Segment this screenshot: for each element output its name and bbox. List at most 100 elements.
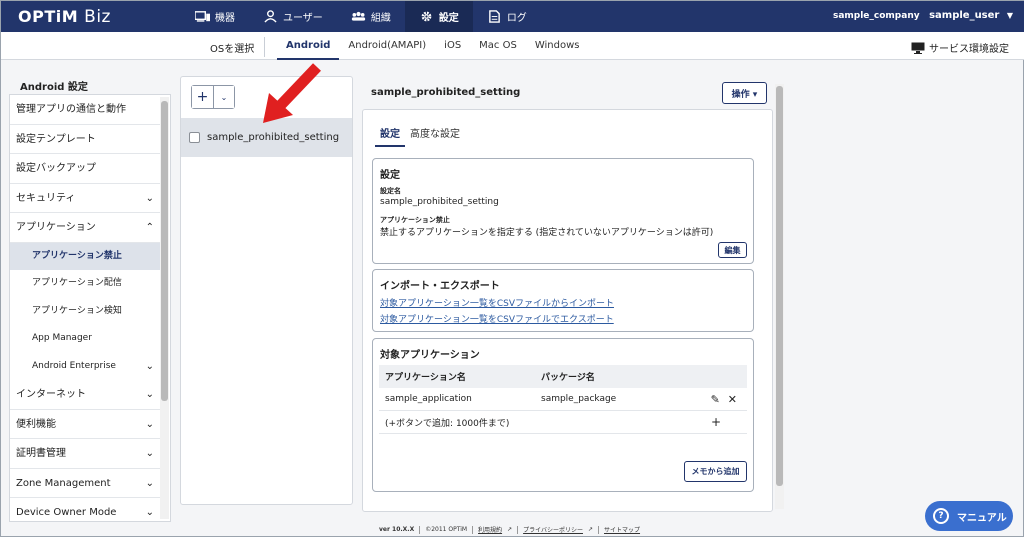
item-checkbox[interactable] [189, 132, 200, 143]
user-menu[interactable]: sample_company sample_user ▼ [833, 10, 1013, 21]
prohibit-value: 禁止するアプリケーションを指定する (指定されていないアプリケーションは許可) [380, 228, 714, 238]
add-setting-button[interactable]: + [192, 86, 213, 108]
edit-pencil-icon[interactable]: ✎ [711, 393, 720, 406]
sidebar-item[interactable]: アプリケーション配信 [10, 270, 160, 298]
sidebar-item[interactable]: 便利機能 ⌄ [10, 410, 160, 439]
service-environment-label: サービス環境設定 [929, 44, 1009, 55]
sidebar-item[interactable]: 管理アプリの通信と動作 [10, 95, 160, 125]
sidebar-item-label: インターネット [16, 389, 86, 400]
tab-android[interactable]: Android [277, 32, 340, 60]
import-export-heading: インポート・エクスポート [380, 281, 500, 292]
sidebar-item[interactable]: 証明書管理 ⌄ [10, 439, 160, 469]
csv-import-link[interactable]: 対象アプリケーション一覧をCSVファイルからインポート [380, 296, 614, 309]
user-name: sample_user [929, 10, 1000, 21]
nav-users[interactable]: ユーザー [249, 1, 337, 32]
import-export-card: インポート・エクスポート 対象アプリケーション一覧をCSVファイルからインポート… [372, 269, 754, 332]
divider [598, 525, 600, 534]
add-row-plus-icon[interactable]: + [711, 415, 721, 429]
manual-label: マニュアル [957, 512, 1007, 524]
nav-devices[interactable]: 機器 [181, 1, 249, 32]
sidebar-item[interactable]: App Manager [10, 325, 160, 353]
red-arrow-annotation [263, 63, 321, 123]
tab-ios[interactable]: iOS [435, 32, 470, 60]
detail-scroll-thumb[interactable] [776, 86, 783, 486]
sidebar-item[interactable]: セキュリティ ⌄ [10, 184, 160, 213]
tab-advanced-settings[interactable]: 高度な設定 [405, 125, 465, 147]
terms-link[interactable]: 利用規約 [478, 525, 502, 534]
sidebar-item[interactable]: Device Owner Mode ⌄ [10, 498, 160, 521]
sidebar-item-label: Device Owner Mode [16, 507, 117, 518]
nav-organization[interactable]: 組織 [337, 1, 405, 32]
chevron-down-icon: ⌄ [145, 192, 154, 204]
delete-x-icon[interactable]: ✕ [728, 393, 737, 406]
csv-export-link[interactable]: 対象アプリケーション一覧をCSVファイルでエクスポート [380, 312, 614, 325]
package-name-cell: sample_package [541, 394, 617, 404]
main-nav: 機器 ユーザー 組織 設定 ログ [181, 1, 541, 32]
chevron-down-icon: ⌄ [145, 418, 154, 430]
chevron-down-icon: ⌄ [145, 477, 154, 489]
sidebar-scrollbar[interactable] [160, 97, 169, 519]
sidebar-item[interactable]: 設定バックアップ [10, 154, 160, 184]
devices-icon [195, 11, 210, 22]
add-dropdown-button[interactable]: ⌄ [213, 86, 234, 108]
sidebar-item-label: セキュリティ [16, 192, 76, 204]
sidebar-item[interactable]: Android Enterprise ⌄ [10, 353, 160, 381]
sidebar-item-label: App Manager [32, 333, 92, 343]
setting-list-panel: + ⌄ sample_prohibited_setting [180, 76, 353, 505]
manual-button[interactable]: ? マニュアル [925, 501, 1013, 531]
detail-panel: 設定 高度な設定 設定 設定名 sample_prohibited_settin… [362, 109, 773, 512]
sidebar-item[interactable]: アプリケーション禁止 [10, 242, 160, 270]
company-name: sample_company [832, 11, 920, 21]
nav-settings[interactable]: 設定 [404, 1, 473, 32]
settings-card: 設定 設定名 sample_prohibited_setting アプリケーショ… [372, 158, 754, 264]
sidebar-item-label: アプリケーション検知 [32, 305, 122, 316]
top-navigation-bar: OPTiM Biz 機器 ユーザー 組織 設定 ログ sample_company… [1, 1, 1024, 32]
sidebar-item-label: アプリケーション [16, 222, 96, 233]
user-icon [264, 10, 277, 23]
sitemap-link[interactable]: サイトマップ [604, 525, 640, 534]
privacy-link[interactable]: プライバシーポリシー [523, 525, 583, 534]
add-hint: (+ボタンで追加: 1000件まで) [385, 418, 510, 429]
sidebar-item-label: Android Enterprise [32, 360, 116, 371]
tab-macos[interactable]: Mac OS [470, 32, 526, 60]
detail-scrollbar[interactable] [775, 84, 784, 509]
sidebar-title: Android 設定 [20, 82, 88, 93]
log-document-icon [488, 10, 500, 23]
nav-organization-label: 組織 [370, 13, 391, 24]
column-package-name: パッケージ名 [541, 373, 595, 383]
column-app-name: アプリケーション名 [385, 373, 466, 383]
sidebar-scroll-thumb[interactable] [161, 101, 168, 401]
add-button-group: + ⌄ [191, 85, 235, 109]
nav-logs-label: ログ [506, 13, 527, 24]
chevron-down-icon: ⌄ [145, 389, 154, 400]
tab-windows[interactable]: Windows [526, 32, 589, 60]
chevron-down-icon: ⌄ [145, 507, 154, 518]
tab-settings[interactable]: 設定 [375, 125, 405, 147]
sidebar-item[interactable]: アプリケーション ⌃ [10, 213, 160, 243]
detail-tabs: 設定 高度な設定 [375, 125, 465, 147]
sidebar-item-label: アプリケーション禁止 [32, 250, 122, 261]
nav-settings-label: 設定 [438, 13, 459, 24]
sidebar-item-label: 便利機能 [16, 418, 56, 430]
sidebar-item[interactable]: インターネット ⌄ [10, 380, 160, 410]
os-select-label: OSを選択 [210, 44, 255, 55]
sidebar-item-label: 管理アプリの通信と動作 [16, 104, 126, 115]
nav-users-label: ユーザー [283, 13, 323, 24]
tab-android-amapi[interactable]: Android(AMAPI) [339, 32, 435, 60]
table-add-row: (+ボタンで追加: 1000件まで) + [379, 411, 747, 434]
table-header: アプリケーション名 パッケージ名 [379, 365, 747, 388]
sidebar-item[interactable]: アプリケーション検知 [10, 298, 160, 326]
setting-name-label: 設定名 [380, 187, 401, 195]
sidebar-list: 管理アプリの通信と動作設定テンプレート 設定バックアップセキュリティ ⌄ アプリケーシ… [10, 95, 160, 521]
nav-logs[interactable]: ログ [473, 1, 541, 32]
os-selector-bar: OSを選択 Android Android(AMAPI) iOS Mac OS … [1, 32, 1024, 60]
add-from-memo-button[interactable]: メモから追加 [684, 461, 747, 482]
chevron-up-icon: ⌃ [145, 222, 154, 233]
sidebar-item[interactable]: 設定テンプレート [10, 125, 160, 154]
optim-biz-logo[interactable]: OPTiM Biz [18, 7, 111, 27]
service-environment-settings-link[interactable]: サービス環境設定 [911, 40, 1009, 55]
operation-button[interactable]: 操作 ▾ [722, 82, 767, 104]
chevron-down-icon: ▼ [1006, 11, 1013, 20]
edit-button[interactable]: 編集 [718, 242, 747, 258]
sidebar-item[interactable]: Zone Management ⌄ [10, 469, 160, 498]
